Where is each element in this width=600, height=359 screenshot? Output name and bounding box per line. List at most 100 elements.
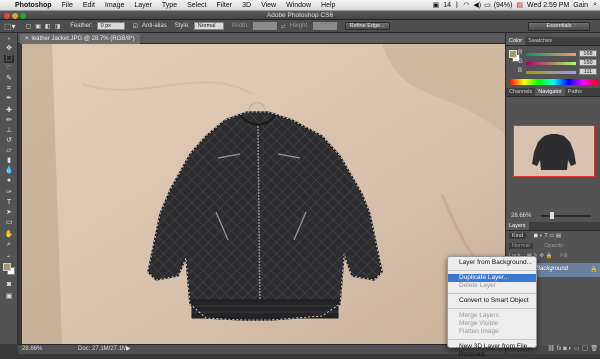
link-layers-icon[interactable]: ⛓ (548, 346, 556, 352)
bluetooth-icon[interactable]: ᛒ (453, 2, 461, 9)
dodge-tool-icon[interactable]: ● (4, 177, 14, 185)
refine-edge-button[interactable]: Refine Edge... (344, 22, 390, 30)
panel-fg-swatch[interactable] (509, 50, 517, 58)
healing-brush-tool-icon[interactable]: ✚ (4, 107, 14, 115)
subtract-selection-icon[interactable]: ◧ (45, 23, 51, 30)
menu-type[interactable]: Type (157, 2, 182, 9)
menu-window[interactable]: Window (281, 2, 316, 9)
tab-channels[interactable]: Channels (506, 88, 535, 96)
tab-navigator[interactable]: Navigator (535, 88, 565, 96)
context-menu-item-convert-to-smart-object[interactable]: Convert to Smart Object (448, 297, 536, 305)
g-slider[interactable] (526, 62, 576, 65)
lasso-tool-icon[interactable]: ➰ (4, 65, 14, 73)
antialias-checkbox[interactable]: ☑ (133, 23, 138, 30)
collapse-tools-icon[interactable]: » (4, 35, 14, 43)
pen-tool-icon[interactable]: ✑ (4, 189, 14, 197)
zoom-tool-icon[interactable]: ⌕ (4, 241, 14, 249)
gradient-tool-icon[interactable]: ▮ (4, 157, 14, 165)
height-input[interactable] (312, 22, 337, 30)
workspace-select[interactable]: Essentials (528, 22, 590, 31)
brush-tool-icon[interactable]: ✏ (4, 117, 14, 125)
default-colors-icon[interactable]: ▪▫ (4, 253, 14, 261)
flag-icon[interactable]: ▤ (514, 1, 525, 9)
style-select[interactable]: Normal (193, 22, 224, 30)
layer-name[interactable]: Background (536, 266, 568, 272)
navigator-zoom-value[interactable]: 28.66% (511, 213, 531, 219)
context-menu-item-duplicate-layer[interactable]: Duplicate Layer... (448, 274, 536, 282)
menu-3d[interactable]: 3D (237, 2, 256, 9)
tab-paths[interactable]: Paths (565, 88, 585, 96)
screen-mode-icon[interactable]: ▣ (4, 293, 14, 301)
kind-select[interactable]: Kind (509, 233, 527, 239)
hand-tool-icon[interactable]: ✋ (4, 231, 14, 239)
adobe-status-icon[interactable]: ▣ (431, 1, 442, 9)
new-group-icon[interactable]: ▭ (574, 346, 580, 352)
eraser-tool-icon[interactable]: ▱ (4, 147, 14, 155)
history-brush-tool-icon[interactable]: ↺ (4, 137, 14, 145)
swap-dimensions-icon[interactable]: ⇄ (281, 23, 286, 30)
blur-tool-icon[interactable]: 💧 (4, 167, 14, 175)
wifi-icon[interactable]: ◠ (461, 1, 471, 9)
notification-count[interactable]: 14 (441, 2, 453, 9)
r-value[interactable]: 168 (579, 50, 597, 57)
app-menu[interactable]: Photoshop (10, 2, 57, 9)
volume-icon[interactable]: ◀) (471, 1, 483, 9)
move-tool-icon[interactable]: ✥ (4, 45, 14, 53)
document-tab[interactable]: × leather Jacket.JPG @ 28.7% (RGB/8*) (20, 34, 140, 44)
color-spectrum-bar[interactable] (509, 79, 598, 85)
blend-mode-select[interactable]: Normal (509, 243, 533, 249)
menu-help[interactable]: Help (316, 2, 340, 9)
add-mask-icon[interactable]: ◙ (563, 346, 567, 352)
document-canvas[interactable] (22, 44, 505, 344)
width-input[interactable] (252, 22, 277, 30)
adjustment-layer-icon[interactable]: ◐ (568, 346, 572, 352)
feather-input[interactable]: 0 px (96, 22, 125, 30)
b-slider[interactable] (526, 71, 576, 74)
status-arrow-icon[interactable]: ▶ (126, 345, 131, 354)
shape-tool-icon[interactable]: ▭ (4, 219, 14, 227)
zoom-level[interactable]: 28.66% (22, 345, 42, 354)
new-selection-icon[interactable]: ▢ (26, 23, 32, 30)
zoom-window-icon[interactable] (20, 12, 26, 19)
eyedropper-tool-icon[interactable]: ✒ (4, 95, 14, 103)
context-menu-item-postcard[interactable]: Postcard (448, 351, 536, 359)
menu-select[interactable]: Select (182, 2, 211, 9)
menu-filter[interactable]: Filter (212, 2, 238, 9)
tab-swatches[interactable]: Swatches (525, 37, 555, 45)
navigator-zoom-thumb[interactable] (550, 212, 554, 219)
spotlight-icon[interactable]: ⌕ (590, 1, 600, 9)
foreground-color-swatch[interactable] (3, 263, 11, 271)
tab-color[interactable]: Color (506, 37, 526, 45)
menu-edit[interactable]: Edit (78, 2, 100, 9)
battery-icon[interactable]: ▭ (483, 1, 492, 9)
context-menu-item-layer-from-background[interactable]: Layer from Background... (448, 259, 536, 267)
menu-layer[interactable]: Layer (129, 2, 157, 9)
marquee-tool-preset-icon[interactable]: ⬚▾ (4, 22, 16, 31)
r-slider[interactable] (526, 53, 576, 56)
trash-icon[interactable]: 🗑 (590, 346, 598, 352)
close-window-icon[interactable] (4, 12, 10, 19)
menu-file[interactable]: File (57, 2, 78, 9)
intersect-selection-icon[interactable]: ◨ (55, 23, 61, 30)
add-selection-icon[interactable]: ▣ (35, 23, 41, 30)
menu-view[interactable]: View (256, 2, 281, 9)
type-tool-icon[interactable]: T (4, 199, 14, 207)
quick-selection-tool-icon[interactable]: ✎ (4, 75, 14, 83)
navigator-zoom-slider[interactable] (541, 215, 591, 217)
quick-mask-icon[interactable]: ◙ (4, 281, 14, 289)
marquee-tool-icon[interactable]: ⬚ (4, 55, 14, 63)
filter-icons[interactable]: ◼ ◐ T ▭ ▤ (534, 233, 562, 239)
minimize-window-icon[interactable] (12, 12, 18, 19)
path-selection-tool-icon[interactable]: ➤ (4, 209, 14, 217)
clock[interactable]: Wed 2:59 PM (525, 2, 571, 9)
menu-image[interactable]: Image (100, 2, 129, 9)
context-menu-item-new-3d-layer-from-file[interactable]: New 3D Layer from File... (448, 343, 536, 351)
crop-tool-icon[interactable]: ⌗ (4, 85, 14, 93)
g-value[interactable]: 150 (579, 59, 597, 66)
clone-stamp-tool-icon[interactable]: ⊥ (4, 127, 14, 135)
document-tab-close-icon[interactable]: × (25, 36, 29, 42)
navigator-preview[interactable] (513, 125, 595, 177)
user-name[interactable]: Gain (571, 2, 590, 9)
fx-icon[interactable]: fx (557, 346, 562, 352)
tab-layers[interactable]: Layers (506, 222, 529, 230)
